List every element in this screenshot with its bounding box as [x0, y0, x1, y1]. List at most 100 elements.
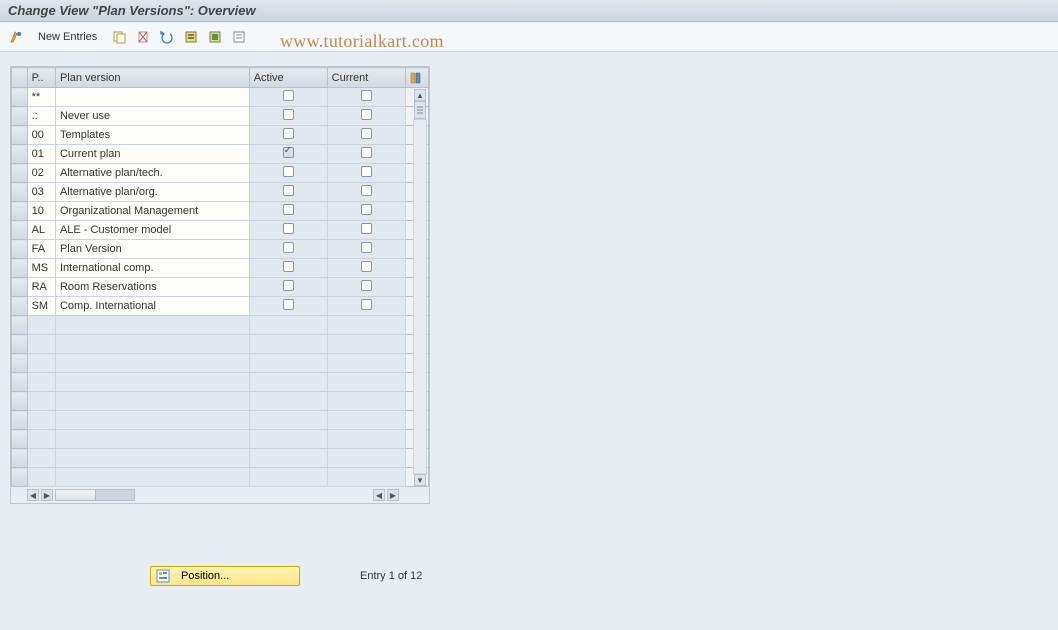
row-handle[interactable]: [12, 430, 28, 449]
cell-active[interactable]: [249, 221, 327, 240]
cell-code[interactable]: [27, 316, 55, 335]
row-handle[interactable]: [12, 126, 28, 145]
cell-code[interactable]: [27, 335, 55, 354]
vertical-scrollbar[interactable]: ▲ ▼: [412, 89, 428, 486]
checkbox-current[interactable]: [361, 280, 372, 291]
col-active[interactable]: Active: [249, 68, 327, 88]
cell-code[interactable]: 03: [27, 183, 55, 202]
cell-code[interactable]: 10: [27, 202, 55, 221]
cell-code[interactable]: [27, 449, 55, 468]
checkbox-active[interactable]: [283, 261, 294, 272]
hscroll-right2-button[interactable]: ▶: [387, 489, 399, 501]
cell-name[interactable]: Current plan: [55, 145, 249, 164]
row-handle[interactable]: [12, 411, 28, 430]
row-handle[interactable]: [12, 392, 28, 411]
row-handle[interactable]: [12, 335, 28, 354]
row-handle[interactable]: [12, 240, 28, 259]
row-handle[interactable]: [12, 468, 28, 487]
position-button[interactable]: Position...: [150, 566, 300, 586]
row-handle[interactable]: [12, 449, 28, 468]
cell-name[interactable]: [55, 373, 249, 392]
cell-code[interactable]: FA: [27, 240, 55, 259]
cell-name[interactable]: [55, 468, 249, 487]
cell-active[interactable]: [249, 259, 327, 278]
scroll-track[interactable]: [413, 119, 427, 474]
cell-name[interactable]: Organizational Management: [55, 202, 249, 221]
checkbox-current[interactable]: [361, 261, 372, 272]
row-handle[interactable]: [12, 202, 28, 221]
checkbox-active[interactable]: [283, 90, 294, 101]
cell-name[interactable]: [55, 354, 249, 373]
cell-code[interactable]: 00: [27, 126, 55, 145]
checkbox-active[interactable]: [283, 128, 294, 139]
hscroll-left2-button[interactable]: ◀: [373, 489, 385, 501]
undo-icon[interactable]: [157, 27, 177, 47]
cell-code[interactable]: [27, 430, 55, 449]
cell-code[interactable]: 02: [27, 164, 55, 183]
cell-name[interactable]: [55, 88, 249, 107]
checkbox-active[interactable]: [283, 204, 294, 215]
row-handle[interactable]: [12, 183, 28, 202]
cell-name[interactable]: [55, 430, 249, 449]
cell-code[interactable]: MS: [27, 259, 55, 278]
checkbox-current[interactable]: [361, 128, 372, 139]
checkbox-active[interactable]: [283, 280, 294, 291]
row-handle[interactable]: [12, 145, 28, 164]
scroll-down-button[interactable]: ▼: [414, 474, 426, 486]
col-code[interactable]: P..: [27, 68, 55, 88]
cell-current[interactable]: [327, 240, 405, 259]
col-current[interactable]: Current: [327, 68, 405, 88]
delete-icon[interactable]: [133, 27, 153, 47]
toggle-icon[interactable]: [6, 27, 26, 47]
select-block-icon[interactable]: [205, 27, 225, 47]
cell-name[interactable]: Alternative plan/tech.: [55, 164, 249, 183]
row-handle[interactable]: [12, 107, 28, 126]
checkbox-active[interactable]: [283, 299, 294, 310]
checkbox-active[interactable]: [283, 109, 294, 120]
scroll-up-button[interactable]: ▲: [414, 89, 426, 101]
checkbox-current[interactable]: [361, 109, 372, 120]
row-handle[interactable]: [12, 259, 28, 278]
cell-code[interactable]: RA: [27, 278, 55, 297]
checkbox-current[interactable]: [361, 223, 372, 234]
row-handle[interactable]: [12, 373, 28, 392]
cell-current[interactable]: [327, 221, 405, 240]
cell-code[interactable]: SM: [27, 297, 55, 316]
cell-active[interactable]: [249, 88, 327, 107]
cell-active[interactable]: [249, 126, 327, 145]
cell-code[interactable]: [27, 392, 55, 411]
hscroll-right-button[interactable]: ▶: [41, 489, 53, 501]
cell-name[interactable]: Room Reservations: [55, 278, 249, 297]
row-handle[interactable]: [12, 221, 28, 240]
cell-active[interactable]: [249, 183, 327, 202]
cell-name[interactable]: [55, 411, 249, 430]
checkbox-current[interactable]: [361, 90, 372, 101]
cell-current[interactable]: [327, 278, 405, 297]
cell-code[interactable]: [27, 354, 55, 373]
hscroll-left-button[interactable]: ◀: [27, 489, 39, 501]
select-all-icon[interactable]: [181, 27, 201, 47]
checkbox-active[interactable]: [283, 147, 294, 158]
cell-name[interactable]: ALE - Customer model: [55, 221, 249, 240]
hscroll-thumb[interactable]: [56, 490, 96, 500]
new-entries-button[interactable]: New Entries: [30, 29, 105, 45]
cell-active[interactable]: [249, 278, 327, 297]
row-handle[interactable]: [12, 297, 28, 316]
row-handle[interactable]: [12, 278, 28, 297]
cell-name[interactable]: [55, 316, 249, 335]
checkbox-current[interactable]: [361, 147, 372, 158]
checkbox-active[interactable]: [283, 242, 294, 253]
cell-code[interactable]: [27, 411, 55, 430]
horizontal-scrollbar[interactable]: ◀ ▶ ◀ ▶: [11, 487, 429, 503]
cell-name[interactable]: [55, 392, 249, 411]
cell-active[interactable]: [249, 164, 327, 183]
cell-current[interactable]: [327, 145, 405, 164]
cell-current[interactable]: [327, 164, 405, 183]
hscroll-track[interactable]: [55, 489, 135, 501]
column-config-button[interactable]: [405, 68, 428, 88]
deselect-icon[interactable]: [229, 27, 249, 47]
cell-current[interactable]: [327, 297, 405, 316]
cell-name[interactable]: Comp. International: [55, 297, 249, 316]
checkbox-current[interactable]: [361, 185, 372, 196]
cell-current[interactable]: [327, 202, 405, 221]
